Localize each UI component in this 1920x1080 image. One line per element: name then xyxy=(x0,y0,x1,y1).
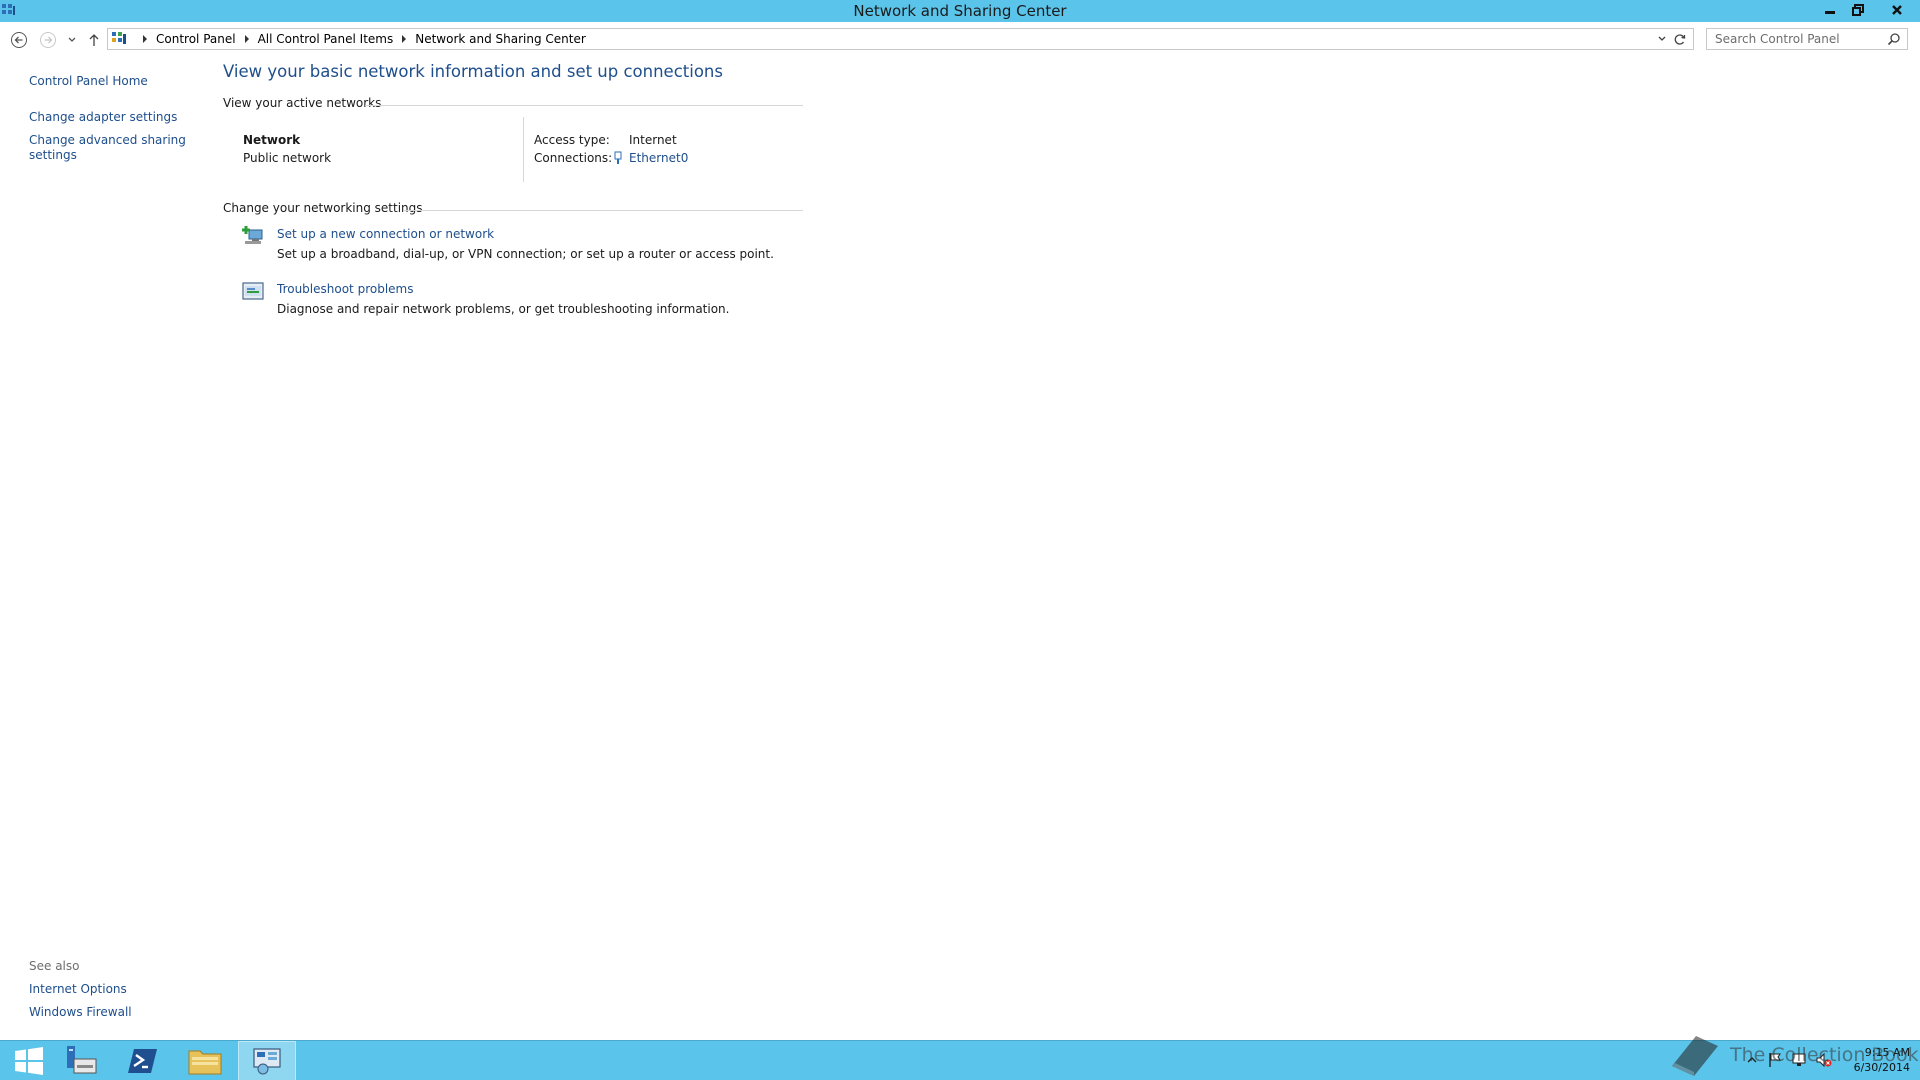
network-name: Network xyxy=(243,133,301,147)
link-text-line2: settings xyxy=(29,148,77,162)
restore-button[interactable] xyxy=(1845,0,1871,20)
change-settings-heading: Change your networking settings xyxy=(223,201,423,215)
breadcrumb-network-sharing[interactable]: Network and Sharing Center xyxy=(415,32,586,46)
windows-firewall-link[interactable]: Windows Firewall xyxy=(29,1005,132,1020)
title-bar: Network and Sharing Center xyxy=(0,0,1920,22)
forward-button[interactable] xyxy=(38,30,58,50)
address-bar[interactable]: Control Panel All Control Panel Items Ne… xyxy=(107,28,1694,50)
close-button[interactable] xyxy=(1880,0,1914,20)
windows-logo-icon xyxy=(15,1047,43,1075)
section-divider xyxy=(403,210,803,211)
internet-options-link[interactable]: Internet Options xyxy=(29,982,127,997)
breadcrumb-control-panel[interactable]: Control Panel xyxy=(156,32,236,46)
file-explorer-taskbar-button[interactable] xyxy=(176,1041,234,1080)
page-title: View your basic network information and … xyxy=(223,62,723,81)
control-panel-taskbar-button[interactable] xyxy=(238,1041,296,1080)
server-manager-icon xyxy=(67,1046,97,1074)
breadcrumb-separator-icon[interactable] xyxy=(244,35,249,43)
breadcrumb-separator-icon[interactable] xyxy=(402,35,407,43)
chevron-down-icon xyxy=(68,37,76,42)
troubleshoot-icon xyxy=(242,282,264,300)
section-divider xyxy=(365,105,803,106)
network-info-divider xyxy=(523,117,524,182)
ethernet0-connection-link[interactable]: Ethernet0 xyxy=(629,151,688,165)
search-box[interactable] xyxy=(1706,28,1908,50)
network-type-link[interactable]: Public network xyxy=(243,151,331,165)
up-button[interactable] xyxy=(84,30,104,50)
change-advanced-sharing-link[interactable]: Change advanced sharing settings xyxy=(29,133,186,163)
link-text-line1: Change advanced sharing xyxy=(29,133,186,147)
restore-icon xyxy=(1852,4,1864,16)
control-panel-icon xyxy=(112,32,126,44)
forward-arrow-icon xyxy=(40,32,56,48)
address-dropdown-icon[interactable] xyxy=(1657,34,1667,44)
search-input[interactable] xyxy=(1715,32,1880,46)
minimize-button[interactable] xyxy=(1817,0,1843,20)
folder-icon xyxy=(188,1050,222,1075)
setup-new-connection-description: Set up a broadband, dial-up, or VPN conn… xyxy=(277,247,774,261)
watermark: The Collection Book xyxy=(1668,1032,1919,1078)
breadcrumb: Control Panel All Control Panel Items Ne… xyxy=(134,32,586,46)
recent-locations-button[interactable] xyxy=(62,30,82,50)
setup-new-connection-link[interactable]: Set up a new connection or network xyxy=(277,227,494,241)
up-arrow-icon xyxy=(89,34,99,46)
access-type-value: Internet xyxy=(629,133,677,147)
new-connection-icon xyxy=(242,226,263,244)
watermark-text: The Collection Book xyxy=(1730,1044,1919,1066)
network-control-panel-icon xyxy=(253,1048,281,1075)
connections-label: Connections: xyxy=(534,151,613,165)
navigation-bar: Control Panel All Control Panel Items Ne… xyxy=(0,25,1920,55)
search-icon[interactable] xyxy=(1887,32,1901,46)
minimize-icon xyxy=(1825,11,1835,14)
troubleshoot-problems-link[interactable]: Troubleshoot problems xyxy=(277,282,413,296)
back-button[interactable] xyxy=(9,30,29,50)
powershell-icon xyxy=(128,1049,157,1073)
close-icon xyxy=(1892,5,1902,15)
see-also-label: See also xyxy=(29,959,80,973)
change-adapter-settings-link[interactable]: Change adapter settings xyxy=(29,110,177,125)
active-networks-heading: View your active networks xyxy=(223,96,382,110)
breadcrumb-separator-icon[interactable] xyxy=(143,35,147,43)
access-type-label: Access type: xyxy=(534,133,610,147)
taskbar: 9:15 AM 6/30/2014 xyxy=(0,1040,1920,1080)
troubleshoot-problems-description: Diagnose and repair network problems, or… xyxy=(277,302,730,316)
back-arrow-icon xyxy=(11,32,27,48)
start-button[interactable] xyxy=(0,1041,58,1080)
server-manager-taskbar-button[interactable] xyxy=(52,1041,110,1080)
ethernet-icon xyxy=(614,151,622,164)
book-logo-icon xyxy=(1672,1036,1718,1076)
window-title: Network and Sharing Center xyxy=(853,2,1067,20)
refresh-icon[interactable] xyxy=(1673,32,1687,46)
control-panel-home-link[interactable]: Control Panel Home xyxy=(29,74,148,89)
breadcrumb-all-items[interactable]: All Control Panel Items xyxy=(258,32,394,46)
powershell-taskbar-button[interactable] xyxy=(114,1041,172,1080)
